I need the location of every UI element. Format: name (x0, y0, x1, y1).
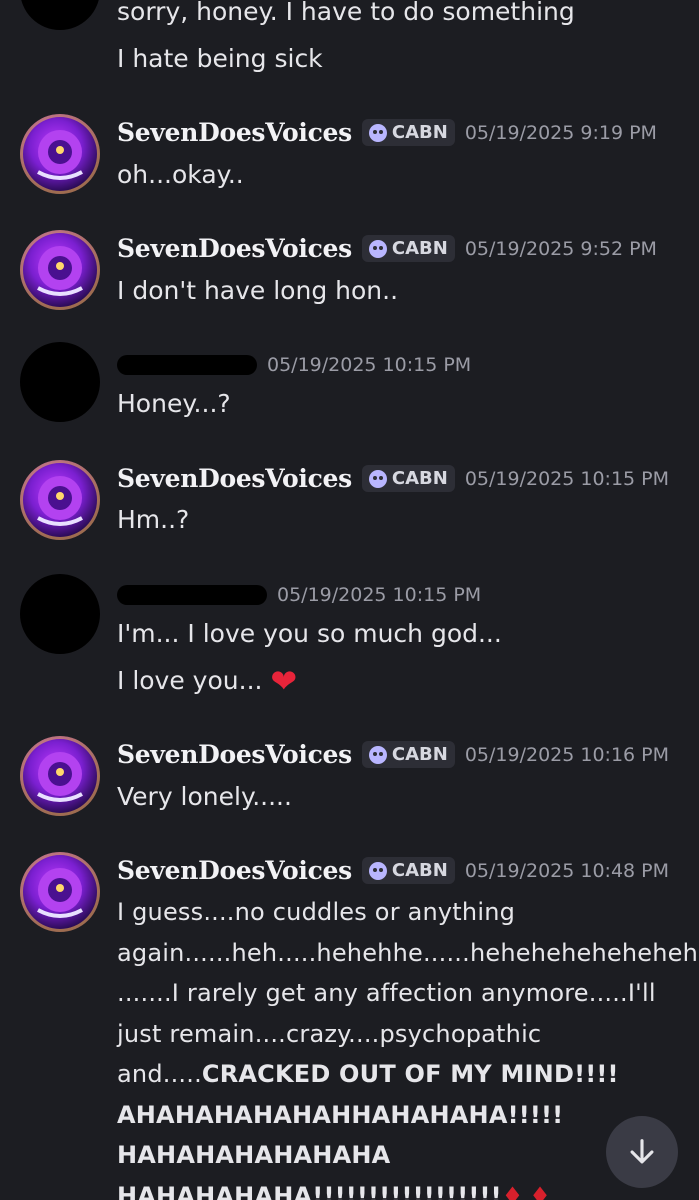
skull-icon (368, 123, 387, 142)
message-header: SevenDoesVoices CABN 05/19/2025 9:19 PM (117, 118, 657, 147)
message-text: oh...okay.. (117, 160, 244, 189)
username[interactable]: SevenDoesVoices (117, 118, 352, 147)
message-header: SevenDoesVoices CABN 05/19/2025 10:16 PM (117, 740, 669, 769)
message-header: 05/19/2025 10:15 PM (117, 354, 471, 376)
avatar[interactable] (20, 574, 100, 654)
server-tag[interactable]: CABN (361, 235, 455, 262)
message-text: Hm..? (117, 505, 190, 534)
avatar[interactable] (20, 852, 100, 932)
message-header: 05/19/2025 10:15 PM (117, 584, 481, 606)
avatar[interactable] (20, 0, 100, 30)
timestamp: 05/19/2025 10:15 PM (267, 354, 472, 376)
username[interactable]: SevenDoesVoices (117, 740, 352, 769)
avatar-art (37, 752, 83, 802)
avatar[interactable] (20, 736, 100, 816)
timestamp: 05/19/2025 10:15 PM (277, 584, 482, 606)
avatar-art (37, 130, 83, 180)
message-text: I guess....no cuddles or anything again.… (117, 892, 698, 1200)
username[interactable]: SevenDoesVoices (117, 234, 352, 263)
avatar-art (37, 868, 83, 918)
skull-icon (368, 239, 387, 258)
server-tag[interactable]: CABN (361, 857, 455, 884)
avatar[interactable] (20, 460, 100, 540)
avatar-art (37, 246, 83, 296)
avatar[interactable] (20, 230, 100, 310)
username[interactable]: SevenDoesVoices (117, 464, 352, 493)
timestamp: 05/19/2025 9:52 PM (464, 237, 657, 260)
avatar[interactable] (20, 342, 100, 422)
blood-drop-emoji: ♦♦ (501, 1181, 557, 1200)
timestamp: 05/19/2025 10:16 PM (464, 743, 670, 766)
timestamp: 05/19/2025 10:48 PM (464, 859, 670, 882)
server-tag[interactable]: CABN (361, 119, 455, 146)
message-text: I don't have long hon.. (117, 276, 399, 305)
message-header: SevenDoesVoices CABN 05/19/2025 9:52 PM (117, 234, 657, 263)
message-text: Honey...? (117, 389, 231, 418)
arrow-down-icon (630, 1139, 654, 1164)
redacted-username (117, 585, 267, 605)
message-header: SevenDoesVoices CABN 05/19/2025 10:15 PM (117, 464, 669, 493)
message-text: I'm... I love you so much god... I love … (117, 619, 502, 702)
heart-emoji[interactable]: ❤ (270, 661, 297, 702)
skull-icon (368, 861, 387, 880)
avatar[interactable] (20, 114, 100, 194)
chat-view: sorry, honey. I have to do something I h… (0, 0, 699, 1200)
message-text: sorry, honey. I have to do something I h… (117, 0, 575, 73)
avatar-art (37, 476, 83, 526)
server-tag[interactable]: CABN (361, 465, 455, 492)
username[interactable]: SevenDoesVoices (117, 856, 352, 885)
skull-icon (368, 745, 387, 764)
timestamp: 05/19/2025 9:19 PM (464, 121, 657, 144)
timestamp: 05/19/2025 10:15 PM (464, 467, 670, 490)
message-text: Very lonely..... (117, 782, 292, 811)
redacted-username (117, 355, 257, 375)
scroll-to-bottom-button[interactable] (606, 1116, 678, 1188)
message-header: SevenDoesVoices CABN 05/19/2025 10:48 PM (117, 856, 669, 885)
server-tag[interactable]: CABN (361, 741, 455, 768)
skull-icon (368, 469, 387, 488)
